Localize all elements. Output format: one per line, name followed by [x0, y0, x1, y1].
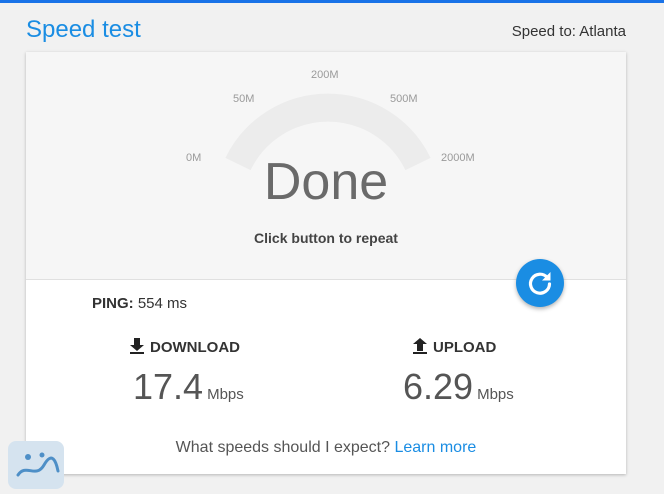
top-accent-bar	[0, 0, 664, 3]
gauge-panel: 0M 50M 200M 500M 2000M Done Click button…	[26, 52, 626, 280]
upload-result: 6.29 Mbps	[403, 366, 514, 408]
download-value: 17.4	[133, 366, 204, 407]
upload-label: UPLOAD	[433, 339, 497, 356]
upload-value: 6.29	[403, 366, 474, 407]
upload-unit: Mbps	[477, 386, 514, 403]
ping-value: 554 ms	[137, 295, 188, 312]
speed-to-label: Speed to: Atlanta	[511, 23, 626, 40]
download-unit: Mbps	[207, 386, 244, 403]
repeat-hint: Click button to repeat	[254, 230, 398, 246]
test-status: Done	[263, 153, 389, 211]
learn-more-link[interactable]: Learn more	[394, 439, 476, 456]
page-title: Speed test	[26, 16, 141, 43]
repeat-test-button[interactable]	[516, 259, 564, 307]
refresh-icon	[528, 272, 552, 295]
gauge-tick-50: 50M	[233, 93, 255, 105]
watermark-logo-icon	[16, 452, 60, 477]
upload-arrow-icon	[413, 338, 427, 354]
gauge-tick-500: 500M	[390, 93, 418, 105]
speed-test-card: 0M 50M 200M 500M 2000M Done Click button…	[26, 52, 626, 474]
ping-row: PING: 554 ms	[92, 295, 187, 312]
download-arrow-icon	[130, 338, 144, 354]
watermark-logo	[8, 441, 64, 489]
download-header: DOWNLOAD	[130, 338, 240, 356]
ping-label: PING:	[92, 295, 134, 312]
expectation-footer: What speeds should I expect? Learn more	[26, 439, 626, 457]
gauge-tick-200: 200M	[311, 69, 339, 81]
upload-header: UPLOAD	[413, 338, 496, 356]
download-label: DOWNLOAD	[150, 339, 240, 356]
expectation-question: What speeds should I expect?	[175, 439, 391, 456]
download-result: 17.4 Mbps	[133, 366, 244, 408]
